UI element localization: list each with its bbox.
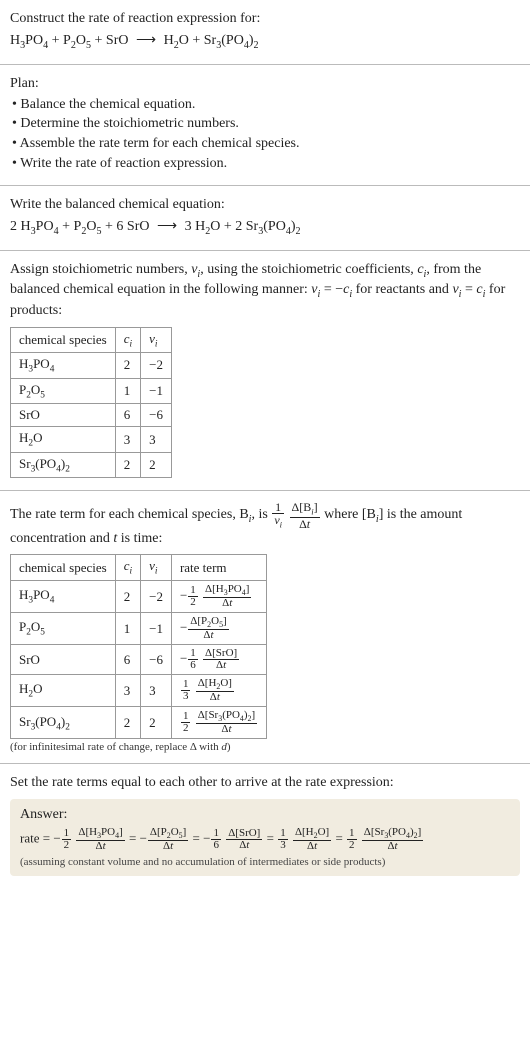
balanced-title: Write the balanced chemical equation: <box>10 196 520 215</box>
intro-equation: H3PO4 + P2O5 + SrO ⟶ H2O + Sr3(PO4)2 <box>10 32 520 51</box>
species-cell: P2O5 <box>11 378 116 404</box>
ci-cell: 2 <box>115 707 140 739</box>
vi-cell: 2 <box>141 452 172 478</box>
rate-cell: −Δ[P2O5]Δt <box>171 613 266 645</box>
plan-title: Plan: <box>10 75 520 94</box>
vi-cell: 2 <box>141 707 172 739</box>
plan-item: • Write the rate of reaction expression. <box>12 155 520 174</box>
table-row: P2O5 1 −1 −Δ[P2O5]Δt <box>11 613 267 645</box>
table-header-row: chemical species ci νi rate term <box>11 555 267 581</box>
table-row: H3PO4 2 −2 −12 Δ[H3PO4]Δt <box>11 580 267 612</box>
section-final: Set the rate terms equal to each other t… <box>0 764 530 886</box>
final-intro: Set the rate terms equal to each other t… <box>10 774 520 793</box>
col-species: chemical species <box>11 327 116 353</box>
table-row: Sr3(PO4)2 2 2 12 Δ[Sr3(PO4)2]Δt <box>11 707 267 739</box>
ci-cell: 2 <box>115 353 140 379</box>
plan-list: • Balance the chemical equation. • Deter… <box>12 96 520 175</box>
species-cell: SrO <box>11 645 116 675</box>
rateterm-footnote: (for infinitesimal rate of change, repla… <box>10 741 520 753</box>
plan-item: • Balance the chemical equation. <box>12 96 520 115</box>
answer-box: Answer: rate = −12 Δ[H3PO4]Δt = −Δ[P2O5]… <box>10 799 520 876</box>
col-rate: rate term <box>171 555 266 581</box>
table-row: P2O5 1 −1 <box>11 378 172 404</box>
vi-cell: −2 <box>141 580 172 612</box>
ci-cell: 1 <box>115 613 140 645</box>
vi-cell: −1 <box>141 613 172 645</box>
table-row: H2O 3 3 13 Δ[H2O]Δt <box>11 675 267 707</box>
species-cell: H3PO4 <box>11 353 116 379</box>
species-cell: H3PO4 <box>11 580 116 612</box>
ci-cell: 2 <box>115 452 140 478</box>
table-row: H2O 3 3 <box>11 427 172 453</box>
section-balanced: Write the balanced chemical equation: 2 … <box>0 186 530 251</box>
rateterm-intro: The rate term for each chemical species,… <box>10 501 520 548</box>
plan-item: • Assemble the rate term for each chemic… <box>12 135 520 154</box>
section-plan: Plan: • Balance the chemical equation. •… <box>0 65 530 186</box>
col-ci: ci <box>115 555 140 581</box>
answer-note: (assuming constant volume and no accumul… <box>20 856 510 868</box>
rate-cell: −16 Δ[SrO]Δt <box>171 645 266 675</box>
section-stoich: Assign stoichiometric numbers, νi, using… <box>0 251 530 492</box>
vi-cell: −6 <box>141 404 172 427</box>
rate-cell: −12 Δ[H3PO4]Δt <box>171 580 266 612</box>
stoich-intro: Assign stoichiometric numbers, νi, using… <box>10 261 520 321</box>
col-vi: νi <box>141 327 172 353</box>
answer-title: Answer: <box>20 807 510 823</box>
section-intro: Construct the rate of reaction expressio… <box>0 0 530 65</box>
intro-title: Construct the rate of reaction expressio… <box>10 10 520 29</box>
ci-cell: 3 <box>115 427 140 453</box>
vi-cell: −1 <box>141 378 172 404</box>
species-cell: Sr3(PO4)2 <box>11 452 116 478</box>
ci-cell: 3 <box>115 675 140 707</box>
ci-cell: 2 <box>115 580 140 612</box>
section-rateterm: The rate term for each chemical species,… <box>0 491 530 764</box>
rateterm-table: chemical species ci νi rate term H3PO4 2… <box>10 554 267 739</box>
vi-cell: 3 <box>141 427 172 453</box>
vi-cell: 3 <box>141 675 172 707</box>
ci-cell: 6 <box>115 645 140 675</box>
species-cell: Sr3(PO4)2 <box>11 707 116 739</box>
table-row: SrO 6 −6 −16 Δ[SrO]Δt <box>11 645 267 675</box>
table-row: H3PO4 2 −2 <box>11 353 172 379</box>
species-cell: H2O <box>11 675 116 707</box>
col-species: chemical species <box>11 555 116 581</box>
ci-cell: 1 <box>115 378 140 404</box>
answer-equation: rate = −12 Δ[H3PO4]Δt = −Δ[P2O5]Δt = −16… <box>20 827 510 852</box>
rate-cell: 13 Δ[H2O]Δt <box>171 675 266 707</box>
rate-cell: 12 Δ[Sr3(PO4)2]Δt <box>171 707 266 739</box>
balanced-equation: 2 H3PO4 + P2O5 + 6 SrO ⟶ 3 H2O + 2 Sr3(P… <box>10 218 520 237</box>
ci-cell: 6 <box>115 404 140 427</box>
species-cell: SrO <box>11 404 116 427</box>
vi-cell: −2 <box>141 353 172 379</box>
vi-cell: −6 <box>141 645 172 675</box>
plan-item: • Determine the stoichiometric numbers. <box>12 115 520 134</box>
stoich-table: chemical species ci νi H3PO4 2 −2 P2O5 1… <box>10 327 172 479</box>
col-vi: νi <box>141 555 172 581</box>
species-cell: P2O5 <box>11 613 116 645</box>
species-cell: H2O <box>11 427 116 453</box>
col-ci: ci <box>115 327 140 353</box>
table-row: Sr3(PO4)2 2 2 <box>11 452 172 478</box>
table-header-row: chemical species ci νi <box>11 327 172 353</box>
table-row: SrO 6 −6 <box>11 404 172 427</box>
